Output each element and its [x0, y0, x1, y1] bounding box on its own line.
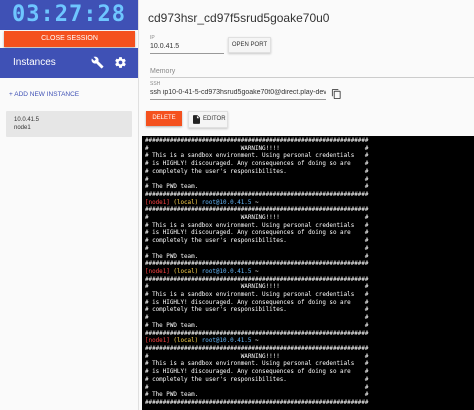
terminal-line: ########################################…: [145, 399, 369, 406]
wrench-icon[interactable]: [91, 56, 104, 69]
terminal-line: ########################################…: [145, 207, 369, 214]
terminal-line: # WARNING!!!! #: [145, 284, 369, 291]
terminal-line: # WARNING!!!! #: [145, 145, 369, 152]
editor-button-label: EDITOR: [203, 116, 226, 122]
gear-icon[interactable]: [114, 56, 127, 69]
terminal-line: # #: [145, 384, 369, 391]
terminal-line: # is HIGHLY! discouraged. Any consequenc…: [145, 161, 369, 168]
prompt-user: root@10.0.41.5: [198, 199, 252, 206]
prompt-local: (local): [169, 268, 199, 275]
terminal-line: # This is a sandbox environment. Using p…: [145, 361, 369, 368]
terminal-line: # completely the user's responsibilites.…: [145, 168, 369, 175]
editor-button[interactable]: EDITOR: [188, 111, 228, 128]
instance-panel: cd973hsr_cd97f5srud5goake70u0 IP 10.0.41…: [139, 0, 474, 410]
terminal-line: ########################################…: [145, 261, 369, 268]
terminal-line: # This is a sandbox environment. Using p…: [145, 153, 369, 160]
prompt-node: [node1]: [145, 268, 170, 275]
instances-header: Instances: [0, 48, 138, 78]
add-new-instance-button[interactable]: + ADD NEW INSTANCE: [9, 91, 79, 98]
session-timer: 03:27:28: [12, 2, 126, 27]
prompt-node: [node1]: [145, 199, 170, 206]
terminal-line: # completely the user's responsibilites.…: [145, 238, 369, 245]
terminal-line: ########################################…: [145, 276, 369, 283]
terminal-line: ########################################…: [145, 345, 369, 352]
prompt-path: ~: [251, 268, 259, 275]
terminal-line: # completely the user's responsibilites.…: [145, 376, 369, 383]
terminal-line: # The PWD team. #: [145, 184, 369, 191]
open-port-button[interactable]: OPEN PORT: [228, 37, 271, 53]
terminal-line: # This is a sandbox environment. Using p…: [145, 292, 369, 299]
copy-icon[interactable]: [331, 88, 342, 100]
prompt-local: (local): [169, 199, 199, 206]
ssh-field[interactable]: ssh ip10-0-41-5-cd973hsrud5goake70t0@dir…: [150, 89, 326, 96]
terminal-line: ########################################…: [145, 138, 369, 144]
terminal-line: # The PWD team. #: [145, 253, 369, 260]
memory-label: Memory: [150, 68, 176, 75]
terminal[interactable]: ########################################…: [142, 136, 474, 410]
sidebar: 03:27:28 CLOSE SESSION Instances + ADD N…: [0, 0, 139, 410]
prompt-path: ~: [251, 199, 259, 206]
terminal-line: # #: [145, 315, 369, 322]
close-session-button[interactable]: CLOSE SESSION: [4, 31, 135, 47]
ssh-field-underline: [150, 99, 326, 100]
memory-bar: [150, 77, 474, 78]
terminal-line: # WARNING!!!! #: [145, 353, 369, 360]
terminal-line: # The PWD team. #: [145, 392, 369, 399]
instance-item[interactable]: 10.0.41.5 node1: [6, 111, 132, 137]
terminal-output: ########################################…: [142, 136, 474, 410]
ssh-label: SSH: [150, 81, 161, 87]
prompt-node: [node1]: [145, 338, 170, 345]
prompt-user: root@10.0.41.5: [198, 268, 252, 275]
ip-label: IP: [150, 35, 155, 41]
terminal-prompt: [node1] (local) root@10.0.41.5 ~: [145, 269, 259, 275]
terminal-line: # WARNING!!!! #: [145, 215, 369, 222]
terminal-line: ########################################…: [145, 191, 369, 198]
terminal-line: # #: [145, 176, 369, 183]
terminal-line: # is HIGHLY! discouraged. Any consequenc…: [145, 299, 369, 306]
instance-hostname: cd973hsr_cd97f5srud5goake70u0: [148, 11, 330, 25]
terminal-line: # is HIGHLY! discouraged. Any consequenc…: [145, 230, 369, 237]
terminal-line: # The PWD team. #: [145, 322, 369, 329]
terminal-line: ########################################…: [145, 330, 369, 337]
instance-ip: 10.0.41.5: [14, 117, 40, 123]
delete-button[interactable]: DELETE: [146, 111, 182, 126]
terminal-line: # This is a sandbox environment. Using p…: [145, 222, 369, 229]
terminal-prompt: [node1] (local) root@10.0.41.5 ~: [145, 338, 259, 344]
instance-node-name: node1: [14, 125, 31, 131]
ip-field-underline: [150, 53, 224, 54]
file-icon: [193, 115, 200, 124]
terminal-line: # completely the user's responsibilites.…: [145, 307, 369, 314]
terminal-line: # #: [145, 245, 369, 252]
timer-bar: 03:27:28: [0, 0, 138, 30]
prompt-user: root@10.0.41.5: [198, 338, 252, 345]
terminal-prompt: [node1] (local) root@10.0.41.5 ~: [145, 200, 259, 206]
ip-field[interactable]: 10.0.41.5: [150, 43, 179, 50]
instances-title: Instances: [13, 57, 56, 68]
prompt-path: ~: [251, 338, 259, 345]
terminal-line: # is HIGHLY! discouraged. Any consequenc…: [145, 369, 369, 376]
prompt-local: (local): [169, 338, 199, 345]
